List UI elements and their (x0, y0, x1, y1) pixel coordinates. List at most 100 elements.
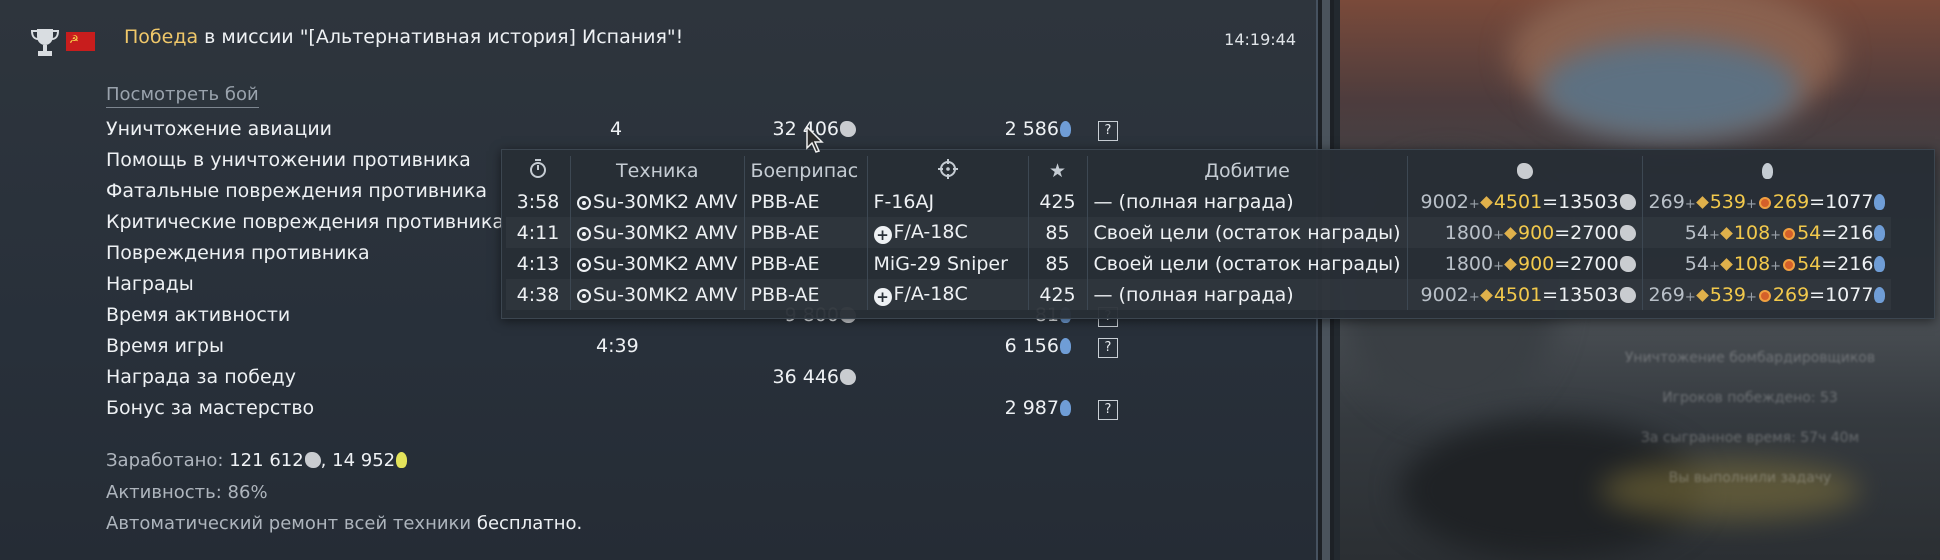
research-points-icon (1060, 121, 1071, 137)
research-points-icon (1060, 338, 1071, 354)
kill-score: 85 (1028, 248, 1088, 279)
stat-label: Награда за победу (106, 366, 297, 388)
background-mission-text: Уничтожение бомбардировщиков Игроков поб… (1624, 350, 1876, 486)
research-points-icon (1874, 193, 1886, 210)
kill-finish: — (полная награда) (1087, 279, 1408, 310)
stat-row: Время игры 4:39 6 156? (106, 335, 1118, 365)
kill-finish: Своей цели (остаток награды) (1087, 248, 1408, 279)
helper-cross-icon: + (873, 288, 892, 306)
kill-vehicle: Su-30MK2 AMV (570, 186, 745, 217)
ammo-column-header: Боеприпас (744, 156, 868, 186)
kill-row: 4:38 Su-30MK2 AMV PBB-AE + F/A-18C 425 — … (506, 279, 1891, 310)
timestamp: 14:19:44 (1224, 30, 1296, 49)
research-points-icon (396, 452, 408, 468)
kill-vehicle: Su-30MK2 AMV (570, 279, 745, 310)
kill-ammo: PBB-AE (744, 217, 868, 248)
stat-lions: 36 446 (726, 366, 856, 388)
booster-icon (1783, 258, 1796, 271)
stat-label: Награды (106, 273, 194, 295)
premium-diamond-icon (1479, 195, 1493, 209)
trophy-icon (30, 29, 60, 56)
lion-icon (1619, 286, 1636, 303)
kill-rp: 54+ 108+ 54=216 (1642, 248, 1891, 279)
help-button[interactable]: ? (1098, 400, 1118, 420)
research-points-icon (1874, 255, 1886, 272)
lion-icon (1619, 193, 1636, 210)
kill-score: 425 (1028, 186, 1088, 217)
star-icon: ★ (1048, 160, 1067, 182)
ussr-flag-icon: ☭ (66, 32, 95, 51)
crosshair-icon (937, 158, 958, 179)
stat-label: Время активности (106, 304, 291, 326)
booster-icon (1758, 289, 1771, 302)
stat-label: Повреждения противника (106, 242, 370, 264)
kill-score: 85 (1028, 217, 1088, 248)
stopwatch-icon (530, 158, 546, 178)
kill-target: + F/A-18C (867, 217, 1029, 248)
kill-vehicle: Su-30MK2 AMV (570, 248, 745, 279)
stat-row: Уничтожение авиации 4 32 406 2 586? (106, 118, 1118, 148)
finish-column-header: Добитие (1087, 156, 1408, 186)
lion-icon (1517, 163, 1534, 179)
kill-rp: 269+ 539+ 269=1077 (1642, 279, 1891, 310)
vehicle-type-icon (577, 288, 591, 303)
stat-rp: 2 586 (961, 118, 1071, 140)
helper-cross-icon: + (873, 226, 892, 244)
kill-vehicle: Su-30MK2 AMV (570, 217, 745, 248)
kill-lions: 1800+ 900=2700 (1407, 248, 1643, 279)
premium-diamond-icon (1695, 195, 1709, 209)
vehicle-type-icon (577, 257, 591, 272)
kill-row: 3:58 Su-30MK2 AMV PBB-AE F-16AJ 425 — (п… (506, 186, 1891, 217)
vehicle-type-icon (577, 195, 591, 210)
score-column-header: ★ (1028, 156, 1088, 186)
lion-icon (1619, 224, 1636, 241)
research-points-icon (1874, 286, 1886, 303)
stat-rp: 2 987 (961, 397, 1071, 419)
premium-diamond-icon (1720, 257, 1733, 271)
vehicle-type-icon (577, 226, 591, 241)
stat-lions: 32 406 (726, 118, 856, 140)
research-points-icon (1060, 400, 1071, 416)
kill-target: + F/A-18C (867, 279, 1029, 310)
repair-summary: Автоматический ремонт всей техники беспл… (106, 513, 583, 534)
kill-rp: 54+ 108+ 54=216 (1642, 217, 1891, 248)
research-points-icon (1874, 224, 1886, 241)
kill-target: F-16AJ (867, 186, 1029, 217)
premium-diamond-icon (1479, 288, 1493, 302)
kill-target: MiG-29 Sniper (867, 248, 1029, 279)
help-button[interactable]: ? (1098, 338, 1118, 358)
kill-row: 4:11 Su-30MK2 AMV PBB-AE + F/A-18C 85 Сво… (506, 217, 1891, 248)
rp-column-header (1642, 156, 1891, 186)
booster-icon (1783, 227, 1796, 240)
stat-rp: 6 156 (961, 335, 1071, 357)
earned-summary: Заработано: 121 612, 14 952 (106, 450, 408, 471)
view-battle-link[interactable]: Посмотреть бой (106, 84, 259, 108)
premium-diamond-icon (1504, 226, 1517, 240)
kill-details-tooltip: Техника Боеприпас ★ Добитие 3:58 Su-30MK… (501, 149, 1935, 319)
mission-result-title: Победа в миссии "[Альтернативная история… (124, 26, 684, 48)
kill-ammo: PBB-AE (744, 186, 868, 217)
stat-row: Награда за победу 36 446 (106, 366, 1106, 396)
lion-icon (304, 452, 321, 468)
target-column-header (867, 156, 1029, 186)
time-column-header (506, 156, 571, 186)
lion-icon (840, 121, 856, 137)
stat-count: 4:39 (596, 335, 639, 357)
kill-row: 4:13 Su-30MK2 AMV PBB-AE MiG-29 Sniper 8… (506, 248, 1891, 279)
premium-diamond-icon (1720, 226, 1733, 240)
stat-label: Фатальные повреждения противника (106, 180, 487, 202)
kill-rp: 269+ 539+ 269=1077 (1642, 186, 1891, 217)
help-button[interactable]: ? (1098, 121, 1118, 141)
stat-count: 4 (609, 118, 623, 140)
kill-lions: 9002+ 4501=13503 (1407, 279, 1643, 310)
lion-icon (840, 369, 856, 385)
premium-diamond-icon (1695, 288, 1709, 302)
kill-ammo: PBB-AE (744, 279, 868, 310)
kill-lions: 1800+ 900=2700 (1407, 217, 1643, 248)
kill-time: 4:38 (506, 279, 571, 310)
stat-label: Уничтожение авиации (106, 118, 333, 140)
lions-column-header (1407, 156, 1643, 186)
kill-finish: — (полная награда) (1087, 186, 1408, 217)
mouse-cursor-icon (806, 126, 824, 153)
vehicle-column-header: Техника (570, 156, 745, 186)
